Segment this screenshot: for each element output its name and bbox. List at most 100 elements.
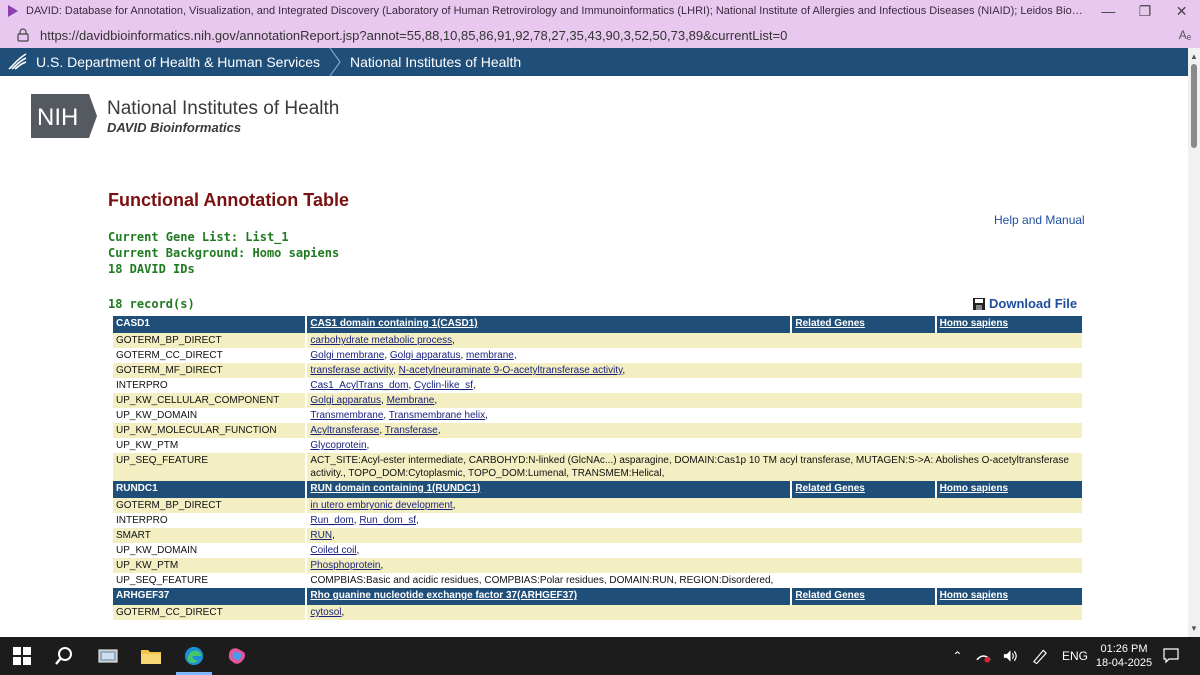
annotation-category: SMART — [113, 528, 306, 543]
annotation-terms: Run_dom, Run_dom_sf, — [307, 513, 1082, 528]
annotation-term-link[interactable]: Transmembrane helix — [389, 410, 485, 421]
read-aloud-icon[interactable]: Aₑ — [1170, 28, 1200, 42]
species-link[interactable]: Homo sapiens — [940, 318, 1008, 329]
hhs-banner: U.S. Department of Health & Human Servic… — [0, 48, 1188, 76]
language-indicator[interactable]: ENG — [1062, 649, 1088, 663]
gene-id: RUNDC1 — [116, 483, 158, 494]
url-text[interactable]: https://davidbioinformatics.nih.gov/anno… — [40, 28, 1170, 43]
page-title: Functional Annotation Table — [108, 190, 349, 210]
species-link[interactable]: Homo sapiens — [940, 483, 1008, 494]
search-icon[interactable] — [53, 646, 75, 666]
annotation-term-link[interactable]: in utero embryonic development — [310, 500, 452, 511]
related-genes-link[interactable]: Related Genes — [795, 483, 864, 494]
help-manual-link[interactable]: Help and Manual — [994, 213, 1085, 227]
scroll-up-icon[interactable]: ▲ — [1188, 52, 1200, 61]
scroll-down-icon[interactable]: ▼ — [1188, 624, 1200, 633]
annotation-terms: Golgi membrane, Golgi apparatus, membran… — [307, 348, 1082, 363]
related-genes-link[interactable]: Related Genes — [795, 318, 864, 329]
network-status-icon[interactable] — [975, 648, 992, 664]
annotation-term-link[interactable]: Cas1_AcylTrans_dom — [310, 380, 408, 391]
annotation-terms: Phosphoprotein, — [307, 558, 1082, 573]
page-content: U.S. Department of Health & Human Servic… — [0, 48, 1188, 637]
download-label[interactable]: Download File — [989, 296, 1077, 311]
annotation-row: GOTERM_BP_DIRECT carbohydrate metabolic p… — [113, 333, 1082, 348]
svg-text:NIH: NIH — [37, 104, 78, 131]
annotation-term-link[interactable]: transferase activity — [310, 365, 393, 376]
annotation-row: UP_KW_DOMAIN Coiled coil, — [113, 543, 1082, 558]
annotation-term-link[interactable]: Run_dom — [310, 515, 353, 526]
related-genes-link[interactable]: Related Genes — [795, 590, 864, 601]
annotation-category: UP_KW_MOLECULAR_FUNCTION — [113, 423, 306, 438]
nih-link[interactable]: National Institutes of Health — [350, 54, 521, 70]
windows-start-icon[interactable] — [11, 646, 33, 666]
gene-id: CASD1 — [116, 318, 150, 329]
address-bar[interactable]: https://davidbioinformatics.nih.gov/anno… — [0, 22, 1200, 48]
gene-header-row: RUNDC1 RUN domain containing 1(RUNDC1) Rel… — [113, 481, 1082, 498]
annotation-term-link[interactable]: RUN — [310, 530, 332, 541]
annotation-row: INTERPRO Cas1_AcylTrans_dom, Cyclin-like_… — [113, 378, 1082, 393]
annotation-terms: in utero embryonic development, — [307, 498, 1082, 513]
annotation-term-link[interactable]: Coiled coil — [310, 545, 356, 556]
annotation-category: GOTERM_BP_DIRECT — [113, 333, 306, 348]
annotation-terms: RUN, — [307, 528, 1082, 543]
pen-menu-icon[interactable] — [1031, 648, 1048, 664]
clock-date: 18-04-2025 — [1095, 657, 1153, 669]
file-explorer-icon[interactable] — [140, 646, 162, 666]
annotation-term-link[interactable]: Phosphoprotein — [310, 560, 380, 571]
annotation-term-link[interactable]: carbohydrate metabolic process — [310, 335, 452, 346]
gene-name-link[interactable]: Rho guanine nucleotide exchange factor 3… — [310, 590, 577, 601]
close-icon[interactable]: ✕ — [1167, 3, 1197, 20]
annotation-term-link[interactable]: Run_dom_sf — [359, 515, 416, 526]
annotation-term-link[interactable]: Golgi membrane — [310, 350, 384, 361]
annotation-category: GOTERM_MF_DIRECT — [113, 363, 306, 378]
lock-icon[interactable] — [16, 28, 30, 42]
annotation-term-link[interactable]: Glycoprotein — [310, 440, 366, 451]
species-link[interactable]: Homo sapiens — [940, 590, 1008, 601]
scrollbar-thumb[interactable] — [1191, 64, 1197, 148]
breadcrumb-separator-icon — [329, 48, 341, 76]
annotation-terms: Acyltransferase, Transferase, — [307, 423, 1082, 438]
david-favicon-icon — [8, 5, 18, 17]
annotation-row: GOTERM_CC_DIRECT cytosol, — [113, 605, 1082, 620]
volume-icon[interactable] — [1002, 648, 1019, 664]
nih-logo[interactable]: NIH National Institutes of Health DAVID … — [31, 94, 339, 138]
window-title: DAVID: Database for Annotation, Visualiz… — [26, 5, 1090, 17]
annotation-row: UP_KW_PTM Glycoprotein, — [113, 438, 1082, 453]
annotation-category: UP_KW_DOMAIN — [113, 408, 306, 423]
annotation-row: INTERPRO Run_dom, Run_dom_sf, — [113, 513, 1082, 528]
minimize-icon[interactable]: — — [1093, 3, 1123, 20]
restore-icon[interactable]: ❐ — [1130, 3, 1160, 20]
chevron-up-icon[interactable]: ⌃ — [948, 649, 967, 663]
annotation-category: GOTERM_BP_DIRECT — [113, 498, 306, 513]
annotation-term-link[interactable]: Membrane — [387, 395, 435, 406]
annotation-terms: Cas1_AcylTrans_dom, Cyclin-like_sf, — [307, 378, 1082, 393]
download-file-link[interactable]: Download File — [973, 296, 1077, 311]
annotation-term-link[interactable]: N-acetylneuraminate 9-O-acetyltransferas… — [399, 365, 623, 376]
annotation-term-link[interactable]: Acyltransferase — [310, 425, 379, 436]
annotation-terms: carbohydrate metabolic process, — [307, 333, 1082, 348]
annotation-term-link[interactable]: Cyclin-like_sf — [414, 380, 473, 391]
edge-browser-icon[interactable] — [183, 646, 205, 666]
copilot-app-icon[interactable] — [226, 646, 248, 666]
annotation-terms: Transmembrane, Transmembrane helix, — [307, 408, 1082, 423]
annotation-term-link[interactable]: cytosol — [310, 607, 341, 618]
hhs-link[interactable]: U.S. Department of Health & Human Servic… — [36, 54, 320, 70]
annotation-term-link[interactable]: Golgi apparatus — [310, 395, 381, 406]
notifications-icon[interactable] — [1163, 648, 1179, 664]
annotation-term-link[interactable]: Transmembrane — [310, 410, 383, 421]
annotation-term-link[interactable]: Golgi apparatus — [390, 350, 461, 361]
gene-name-link[interactable]: CAS1 domain containing 1(CASD1) — [310, 318, 477, 329]
annotation-category: UP_KW_PTM — [113, 558, 306, 573]
taskbar-clock[interactable]: 01:26 PM 18-04-2025 — [1094, 642, 1154, 670]
annotation-category: INTERPRO — [113, 378, 306, 393]
task-view-icon[interactable] — [97, 646, 119, 666]
annotation-category: UP_KW_DOMAIN — [113, 543, 306, 558]
david-id-count: 18 DAVID IDs — [108, 262, 195, 276]
vertical-scrollbar[interactable]: ▲ ▼ — [1188, 48, 1200, 637]
annotation-term-link[interactable]: Transferase — [385, 425, 438, 436]
annotation-terms: Coiled coil, — [307, 543, 1082, 558]
annotation-term-link[interactable]: membrane — [466, 350, 514, 361]
annotation-row: UP_KW_CELLULAR_COMPONENT Golgi apparatus,… — [113, 393, 1082, 408]
gene-name-link[interactable]: RUN domain containing 1(RUNDC1) — [310, 483, 480, 494]
annotation-category: UP_SEQ_FEATURE — [113, 573, 306, 588]
